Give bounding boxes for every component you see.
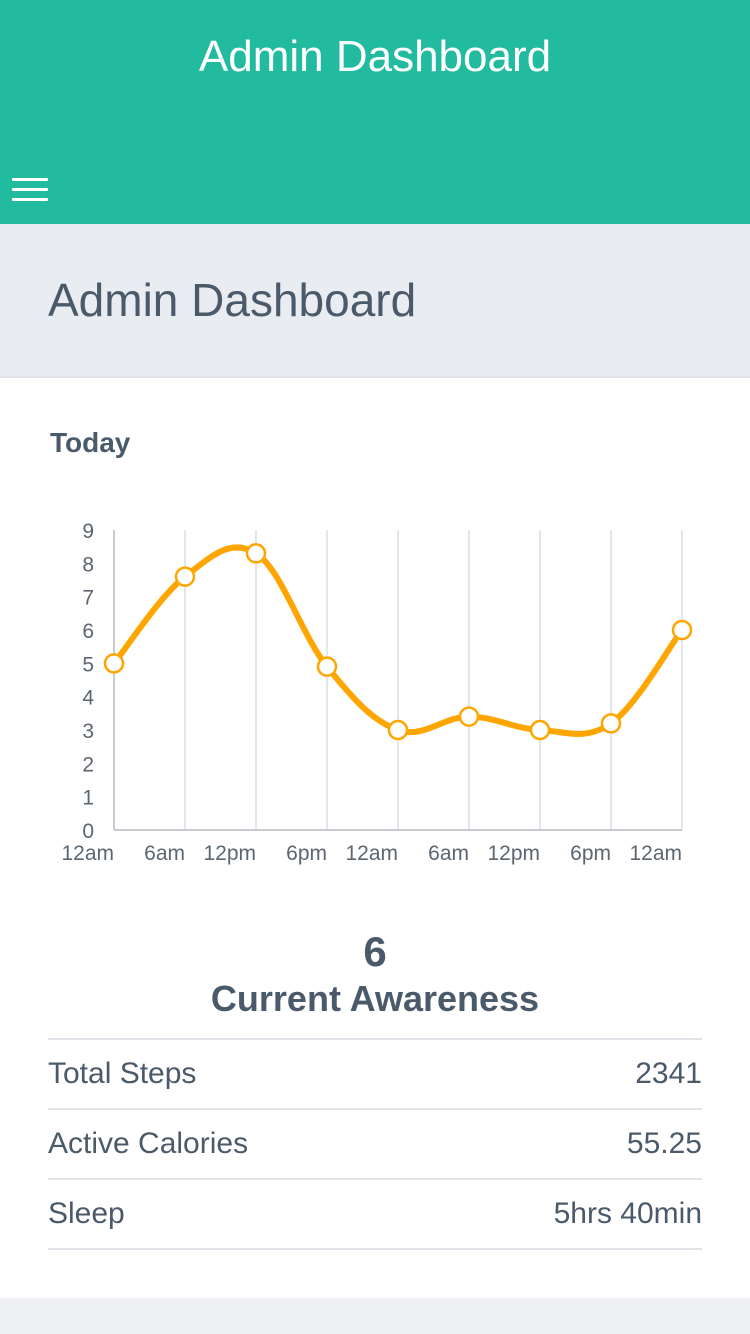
stat-label: Active Calories (48, 1127, 249, 1160)
data-point (103, 653, 125, 674)
y-tick-label: 9 (82, 520, 94, 543)
x-tick-label: 12pm (203, 842, 256, 865)
stat-value: 2341 (635, 1057, 702, 1090)
data-point (529, 719, 551, 741)
app-title: Admin Dashboard (198, 32, 552, 81)
data-point (245, 543, 267, 564)
stats-table: Total Steps 2341 Active Calories 55.25 S… (48, 1038, 702, 1250)
y-tick-label: 2 (82, 753, 94, 776)
data-point (387, 719, 409, 741)
data-point (458, 706, 480, 727)
menu-line (12, 198, 48, 201)
x-tick-label: 12am (629, 842, 682, 865)
y-tick-label: 4 (82, 687, 94, 710)
app-header-bar: Admin Dashboard (0, 0, 750, 224)
line-chart: 0 1 2 3 4 5 6 7 8 9 12am 6am 12pm 6pm 12am 6am 12pm 6pm 12… (61, 520, 693, 865)
page-title: Admin Dashboard (48, 274, 417, 326)
y-tick-label: 8 (82, 553, 94, 576)
page-header: Admin Dashboard (0, 224, 750, 378)
x-tick-label: 6am (428, 842, 469, 865)
stat-label: Sleep (48, 1197, 125, 1230)
stat-label: Total Steps (48, 1057, 197, 1090)
hamburger-menu-icon[interactable] (12, 176, 48, 204)
x-tick-label: 12am (345, 842, 398, 865)
x-tick-label: 6pm (570, 842, 611, 865)
y-tick-label: 1 (82, 787, 94, 810)
data-point (316, 656, 338, 677)
data-point (600, 713, 622, 734)
y-tick-label: 6 (82, 620, 94, 643)
data-point (671, 619, 693, 641)
y-tick-label: 0 (82, 820, 94, 843)
x-tick-label: 12am (61, 842, 114, 865)
x-tick-label: 12pm (487, 842, 540, 865)
dashboard-card: Today 0 1 2 3 4 5 6 7 8 9 12am 6am 12pm 6pm 12am 6am 12p… (0, 378, 750, 1298)
stat-row-total-steps: Total Steps 2341 (48, 1040, 702, 1110)
current-awareness-value: 6 (363, 928, 387, 975)
menu-line (12, 188, 48, 191)
menu-line (12, 178, 48, 181)
current-awareness-label: Current Awareness (210, 978, 540, 1019)
y-tick-label: 7 (82, 587, 94, 610)
stat-value: 5hrs 40min (553, 1197, 702, 1230)
y-tick-label: 3 (82, 720, 94, 743)
y-tick-label: 5 (82, 653, 94, 676)
stat-value: 55.25 (626, 1127, 702, 1160)
x-tick-label: 6am (144, 842, 185, 865)
data-point (174, 566, 196, 587)
stat-row-active-calories: Active Calories 55.25 (48, 1110, 702, 1180)
x-tick-label: 6pm (286, 842, 327, 865)
stat-row-sleep: Sleep 5hrs 40min (48, 1180, 702, 1250)
